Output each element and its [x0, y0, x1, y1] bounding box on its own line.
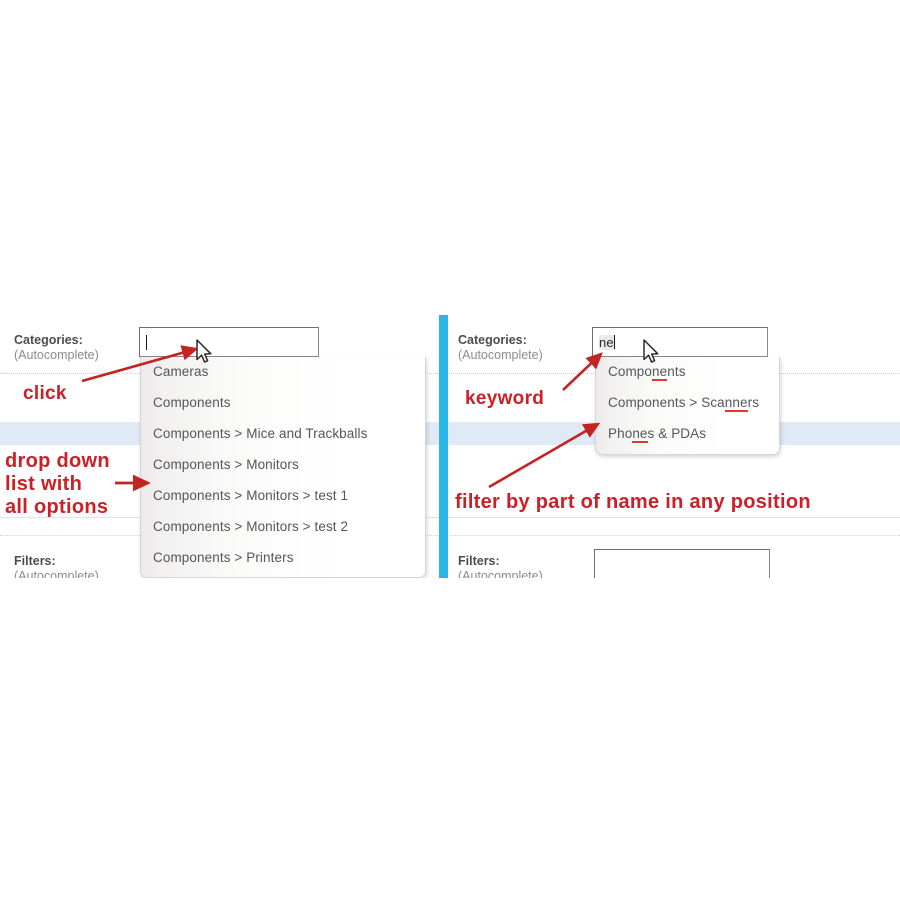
- list-item[interactable]: Components > Monitors > test 1: [141, 481, 425, 512]
- left-categories-input[interactable]: [139, 327, 319, 357]
- list-item-match: ne: [632, 426, 648, 443]
- right-categories-label: Categories: (Autocomplete): [458, 333, 543, 363]
- list-item-post: s & PDAs: [647, 426, 707, 441]
- left-autocomplete-dropdown[interactable]: Cameras Components Components > Mice and…: [140, 357, 426, 578]
- row-separator-solid: [0, 517, 900, 518]
- right-filters-label: Filters: (Autocomplete): [458, 554, 543, 578]
- right-filters-input[interactable]: [594, 549, 770, 578]
- annotation-filter-note: filter by part of name in any position: [455, 491, 811, 513]
- left-filters-label: Filters: (Autocomplete): [14, 554, 99, 578]
- list-item-match: ne: [652, 364, 668, 381]
- text-caret: [613, 335, 615, 349]
- list-item[interactable]: Components > Scanners: [596, 388, 779, 419]
- list-item-post: nts: [667, 364, 686, 379]
- panel-divider: [439, 315, 448, 578]
- list-item[interactable]: Cameras: [141, 357, 425, 388]
- right-categories-sublabel: (Autocomplete): [458, 348, 543, 362]
- right-filters-label-text: Filters:: [458, 554, 500, 568]
- annotation-keyword: keyword: [465, 388, 545, 409]
- left-categories-sublabel: (Autocomplete): [14, 348, 99, 362]
- list-item[interactable]: Components > Monitors: [141, 450, 425, 481]
- list-item-pre: Compo: [608, 364, 653, 379]
- row-separator-dotted-bottom: [0, 535, 900, 536]
- right-categories-input-value: ne: [599, 334, 614, 350]
- list-item-pre: Pho: [608, 426, 633, 441]
- right-categories-input[interactable]: ne: [592, 327, 768, 357]
- annotation-dropdown-line2: list with: [5, 473, 83, 495]
- left-filters-sublabel: (Autocomplete): [14, 569, 99, 578]
- list-item-post: rs: [747, 395, 760, 410]
- list-item[interactable]: Components: [596, 357, 779, 388]
- right-autocomplete-dropdown[interactable]: Components Components > Scanners Phones …: [595, 357, 780, 455]
- left-filters-label-text: Filters:: [14, 554, 56, 568]
- right-filters-sublabel: (Autocomplete): [458, 569, 543, 578]
- text-caret: [146, 334, 147, 350]
- list-item[interactable]: Components > Mice and Trackballs: [141, 419, 425, 450]
- list-item-match: nne: [724, 395, 748, 412]
- page-content-band: Categories: (Autocomplete) Cameras Compo…: [0, 315, 900, 578]
- list-item[interactable]: Phones & PDAs: [596, 419, 779, 450]
- annotation-dropdown-line1: drop down: [5, 450, 110, 472]
- list-item[interactable]: Components: [141, 388, 425, 419]
- list-item[interactable]: Components > Monitors > test 2: [141, 512, 425, 543]
- left-categories-label-text: Categories:: [14, 333, 83, 347]
- list-item[interactable]: Components > Printers: [141, 543, 425, 574]
- annotation-dropdown-line3: all options: [5, 496, 109, 518]
- right-categories-label-text: Categories:: [458, 333, 527, 347]
- annotation-click: click: [23, 383, 67, 404]
- screenshot-canvas: Categories: (Autocomplete) Cameras Compo…: [0, 0, 900, 900]
- list-item-pre: Components > Sca: [608, 395, 725, 410]
- left-categories-label: Categories: (Autocomplete): [14, 333, 99, 363]
